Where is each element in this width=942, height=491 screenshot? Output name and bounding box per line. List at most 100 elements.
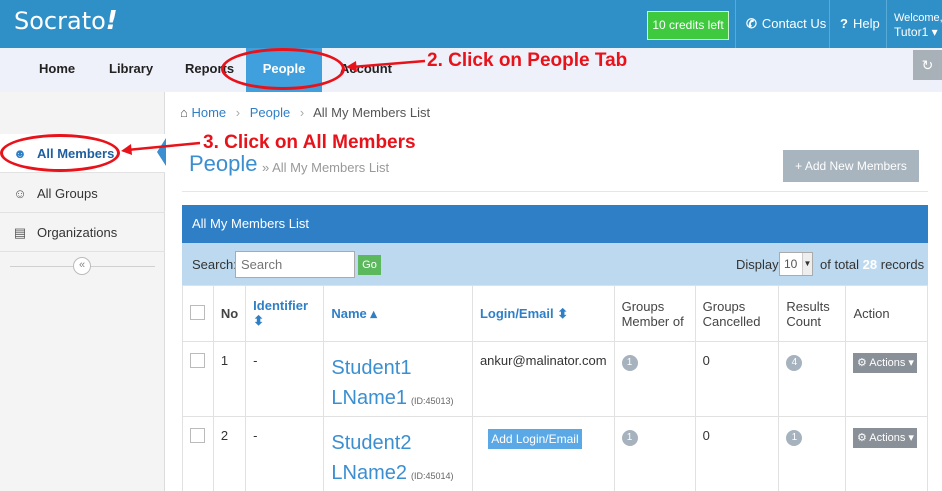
col-results-count: Results Count xyxy=(778,285,847,342)
row-results: 4 xyxy=(778,341,847,417)
actions-button[interactable]: ⚙ Actions ▾ xyxy=(853,428,918,448)
refresh-icon: ↻ xyxy=(921,57,934,73)
col-identifier[interactable]: Identifier ⬍ xyxy=(245,285,325,342)
double-chevron-left-icon: « xyxy=(78,259,86,271)
question-icon: ? xyxy=(840,16,848,31)
users-icon: ☺ xyxy=(13,186,27,201)
annotation-oval-people xyxy=(221,48,345,90)
student-id: (ID:45014) xyxy=(410,471,454,481)
breadcrumb-home[interactable]: Home xyxy=(191,105,226,120)
col-name[interactable]: Name ▴ xyxy=(323,285,473,342)
total-prefix: of total xyxy=(820,257,860,272)
nav-library[interactable]: Library xyxy=(109,48,153,92)
row-groups-cancelled: 0 xyxy=(694,341,780,417)
page-size-value: 10 xyxy=(784,257,798,271)
select-all-cell xyxy=(182,285,214,342)
sidebar-item-label: Organizations xyxy=(37,225,118,240)
row-action: ⚙ Actions ▾ xyxy=(845,416,928,491)
col-action: Action xyxy=(845,285,928,342)
table-row: 2 - Student2 LName2 (ID:45014) Add Login/… xyxy=(182,416,928,491)
total-suffix: records xyxy=(880,257,925,272)
page-size-select[interactable]: 10 ▼ xyxy=(779,252,813,276)
help-label: Help xyxy=(852,16,880,31)
credits-badge[interactable]: 10 credits left xyxy=(647,11,729,40)
list-icon: ▤ xyxy=(13,225,27,240)
active-indicator xyxy=(157,138,166,166)
nav-home[interactable]: Home xyxy=(39,48,75,92)
breadcrumb-separator: › xyxy=(235,105,241,120)
student-id: (ID:45013) xyxy=(410,396,454,406)
search-bar: Search: Go Display 10 ▼ of total 28 reco… xyxy=(182,243,928,285)
add-new-members-button[interactable]: + Add New Members xyxy=(783,150,919,182)
row-identifier: - xyxy=(245,341,325,417)
row-checkbox[interactable] xyxy=(190,428,205,443)
breadcrumb-current: All My Members List xyxy=(313,105,431,120)
page-subtitle: » All My Members List xyxy=(262,160,390,175)
panel-header: All My Members List xyxy=(182,205,928,243)
row-action: ⚙ Actions ▾ xyxy=(845,341,928,417)
breadcrumb-people[interactable]: People xyxy=(250,105,290,120)
search-input[interactable] xyxy=(235,251,355,278)
nav-account[interactable]: Account xyxy=(340,48,392,92)
groups-member-badge[interactable]: 1 xyxy=(621,355,638,371)
chevron-down-icon: ▼ xyxy=(802,253,812,275)
add-login-email-button[interactable]: Add Login/Email xyxy=(487,429,582,449)
contact-label: Contact Us xyxy=(761,16,827,31)
col-login[interactable]: Login/Email ⬍ xyxy=(471,285,615,342)
top-bar: Socrato! 10 credits left ✆ Contact Us ? He… xyxy=(0,0,942,48)
student-last-name: LName2 xyxy=(331,462,407,484)
results-badge[interactable]: 4 xyxy=(786,355,803,371)
table-header-row: No Identifier ⬍ Name ▴ Login/Email ⬍ Gro… xyxy=(182,285,928,342)
welcome-text: Welcome, xyxy=(894,12,942,24)
col-no: No xyxy=(212,285,247,342)
total-count: 28 xyxy=(862,257,878,272)
username: Tutor1 ▾ xyxy=(894,25,938,39)
annotation-oval-all-members xyxy=(0,134,120,172)
row-no: 1 xyxy=(212,341,247,417)
row-groups-member: 1 xyxy=(613,341,696,417)
refresh-button[interactable]: ↻ xyxy=(913,50,942,80)
collapse-sidebar-button[interactable]: « xyxy=(73,257,91,275)
annotation-step-3: 3. Click on All Members xyxy=(203,132,416,153)
total-records: of total 28 records xyxy=(820,257,924,272)
row-name: Student2 LName2 (ID:45014) xyxy=(323,416,473,491)
row-results: 1 xyxy=(778,416,847,491)
row-groups-member: 1 xyxy=(613,416,696,491)
display-label: Display xyxy=(736,257,779,272)
student-last-name-line[interactable]: LName2 (ID:45014) xyxy=(331,458,465,491)
row-no: 2 xyxy=(212,416,247,491)
annotation-step-2: 2. Click on People Tab xyxy=(427,50,628,71)
actions-button[interactable]: ⚙ Actions ▾ xyxy=(853,353,918,373)
select-all-checkbox[interactable] xyxy=(190,304,205,320)
student-first-name[interactable]: Student1 xyxy=(331,353,465,383)
row-login: ankur@malinator.com xyxy=(471,341,615,417)
col-groups-member: Groups Member of xyxy=(613,285,696,342)
breadcrumb-separator: › xyxy=(299,105,305,120)
go-button[interactable]: Go xyxy=(358,255,381,275)
contact-us-link[interactable]: ✆ Contact Us xyxy=(735,0,836,48)
page-title: People xyxy=(189,151,258,176)
groups-member-badge[interactable]: 1 xyxy=(621,430,638,446)
student-last-name: LName1 xyxy=(331,387,407,409)
table-row: 1 - Student1 LName1 (ID:45013) ankur@mali… xyxy=(182,341,928,417)
home-icon: ⌂ xyxy=(180,105,188,120)
student-last-name-line[interactable]: LName1 (ID:45013) xyxy=(331,383,465,416)
student-first-name[interactable]: Student2 xyxy=(331,428,465,458)
breadcrumb: ⌂ Home › People › All My Members List xyxy=(180,105,430,120)
logo-text: Socrato xyxy=(14,7,106,35)
sidebar-item-label: All Groups xyxy=(37,186,98,201)
row-select-cell xyxy=(182,341,214,417)
user-menu[interactable]: Welcome, Tutor1 ▾ xyxy=(886,0,942,48)
row-checkbox[interactable] xyxy=(190,353,205,368)
sidebar-item-all-groups[interactable]: ☺ All Groups xyxy=(0,174,165,213)
help-link[interactable]: ? Help xyxy=(829,0,890,48)
row-select-cell xyxy=(182,416,214,491)
row-groups-cancelled: 0 xyxy=(694,416,780,491)
logo[interactable]: Socrato! xyxy=(14,6,118,36)
divider xyxy=(182,191,928,192)
row-name: Student1 LName1 (ID:45013) xyxy=(323,341,473,417)
results-badge[interactable]: 1 xyxy=(786,430,803,446)
sidebar-item-organizations[interactable]: ▤ Organizations xyxy=(0,213,165,252)
phone-icon: ✆ xyxy=(746,16,757,31)
row-login: Add Login/Email xyxy=(471,416,615,491)
